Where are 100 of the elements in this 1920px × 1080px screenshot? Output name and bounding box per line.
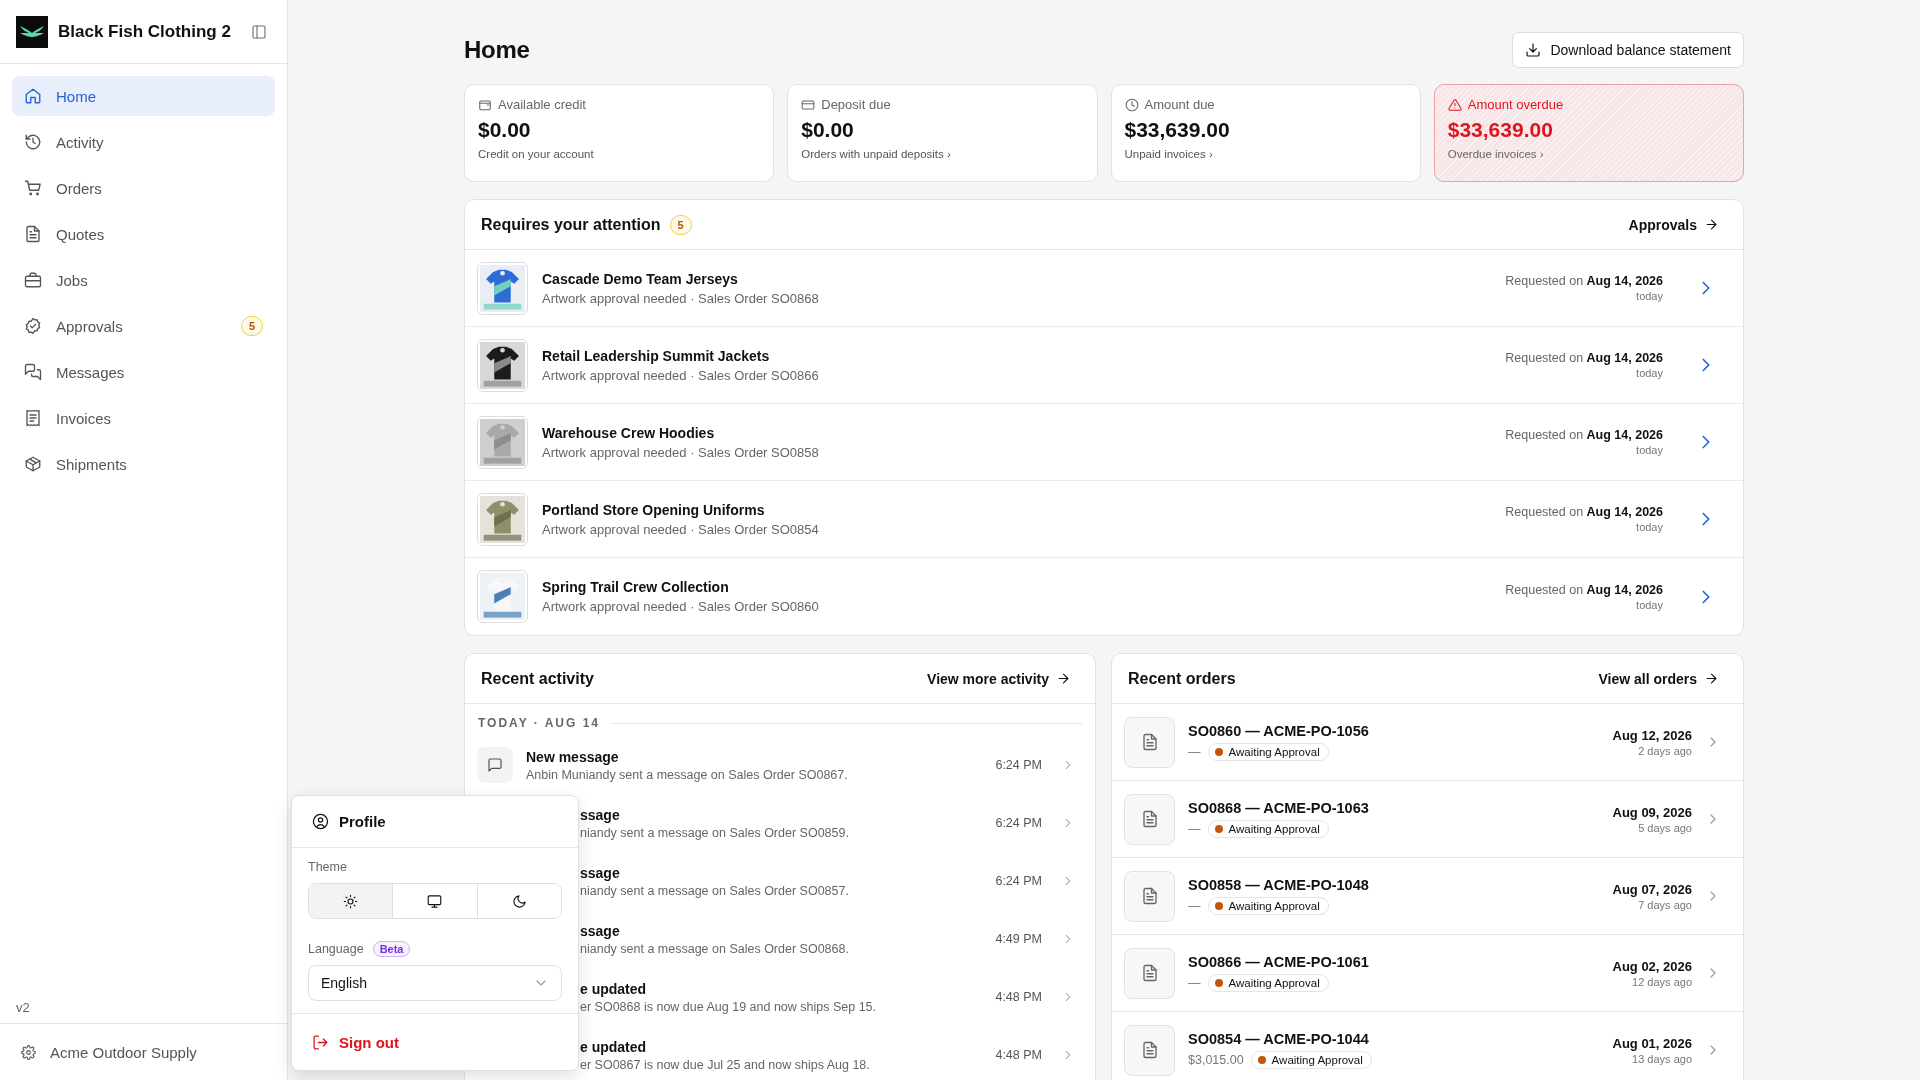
clock-icon — [1124, 97, 1139, 112]
panel-link[interactable]: View all orders — [1598, 670, 1727, 687]
requested-date: Requested on Aug 14, 2026 — [1505, 582, 1663, 597]
activity-title: e updated — [580, 980, 648, 997]
activity-title: e updated — [580, 1038, 648, 1055]
panel-link[interactable]: Approvals — [1628, 216, 1727, 233]
relative-time: today — [1635, 598, 1663, 611]
card-amount: $0.00 — [478, 118, 532, 142]
download-statement-button[interactable]: Download balance statement — [1512, 32, 1744, 68]
panel-link[interactable]: View more activity — [927, 670, 1079, 687]
moon-icon — [511, 893, 527, 909]
order-amount: — — [1188, 976, 1201, 990]
order-amount: — — [1188, 745, 1201, 759]
activity-title: ssage — [580, 922, 621, 939]
order-title: SO0868 — ACME-PO-1063 — [1188, 800, 1370, 816]
document-icon — [24, 225, 42, 243]
wallet-icon — [478, 97, 492, 112]
approval-subtitle: Artwork approval needed · Sales Order SO0860 — [542, 599, 820, 614]
language-select[interactable]: English — [308, 965, 562, 1001]
card-link[interactable]: Overdue invoices › — [1447, 148, 1730, 160]
sidebar-item[interactable]: Messages — [12, 352, 275, 392]
relative-time: 12 days ago — [1631, 975, 1692, 988]
user-icon — [312, 813, 329, 830]
message-icon — [477, 747, 513, 783]
approval-subtitle: Artwork approval needed · Sales Order SO0868 — [542, 290, 820, 306]
profile-menu-item[interactable]: Profile — [292, 796, 578, 848]
approval-subtitle: Artwork approval needed · Sales Order SO0854 — [542, 521, 820, 537]
activity-item[interactable]: New message Anbin Muniandy sent a message on Sales Order SO0867. 6:24 PM — [465, 736, 1095, 794]
check-badge-icon — [24, 317, 42, 335]
document-icon — [1124, 1024, 1175, 1076]
brand-name: Black Fish Clothing 2 — [58, 21, 232, 42]
version-label: v2 — [15, 1000, 31, 1017]
activity-item[interactable]: ssage niandy sent a message on Sales Order SO0857. 6:24 PM — [465, 852, 1095, 910]
card-amount: $33,639.00 — [1124, 118, 1231, 142]
document-icon — [1124, 870, 1175, 922]
sidebar-item[interactable]: Shipments — [12, 444, 275, 484]
panel-title: Recent activity — [481, 669, 594, 688]
card-link[interactable]: Orders with unpaid deposits › — [801, 148, 1084, 160]
beta-badge: Beta — [372, 941, 411, 957]
document-icon — [1124, 716, 1175, 768]
arrow-icon — [1056, 671, 1071, 686]
sidebar-item[interactable]: Approvals 5 — [12, 306, 275, 346]
approval-title: Retail Leadership Summit Jackets — [542, 347, 771, 364]
relative-time: today — [1635, 444, 1663, 456]
order-date: Aug 09, 2026 — [1612, 804, 1692, 820]
activity-time: 6:24 PM — [995, 758, 1042, 772]
relative-time: 5 days ago — [1637, 821, 1692, 834]
count-badge: 5 — [240, 316, 263, 336]
sidebar-item[interactable]: Jobs — [12, 260, 275, 300]
document-icon — [1124, 947, 1175, 999]
warning-icon — [1447, 97, 1462, 112]
activity-detail: Anbin Muniandy sent a message on Sales Order SO0867. — [526, 767, 849, 782]
home-icon — [24, 87, 42, 105]
requested-date: Requested on Aug 14, 2026 — [1505, 274, 1663, 288]
sun-icon — [343, 893, 359, 909]
activity-title: New message — [526, 748, 620, 765]
requested-date: Requested on Aug 14, 2026 — [1505, 428, 1663, 442]
card-link[interactable]: Unpaid invoices › — [1124, 148, 1407, 160]
account-button[interactable]: Acme Outdoor Supply — [0, 1023, 287, 1080]
requested-date: Requested on Aug 14, 2026 — [1505, 351, 1663, 365]
theme-label: Theme — [308, 860, 348, 874]
arrow-icon — [1704, 671, 1719, 686]
credit-card-icon — [801, 97, 816, 112]
relative-time: today — [1635, 367, 1663, 379]
approval-title: Warehouse Crew Hoodies — [542, 424, 716, 441]
activity-detail: er SO0868 is now due Aug 19 and now ships Sep 15. — [580, 999, 878, 1014]
order-date: Aug 02, 2026 — [1612, 958, 1692, 974]
sidebar-item[interactable]: Invoices — [12, 398, 275, 438]
relative-time: 13 days ago — [1631, 1052, 1692, 1065]
order-date: Aug 07, 2026 — [1612, 881, 1692, 897]
panel-title: Recent orders — [1128, 669, 1236, 688]
sidebar-item[interactable]: Home — [12, 76, 275, 116]
panel-icon — [251, 23, 267, 40]
sidebar-item[interactable]: Activity — [12, 122, 275, 162]
card-label: Amount overdue — [1467, 97, 1564, 112]
page-title: Home — [464, 36, 530, 64]
approval-subtitle: Artwork approval needed · Sales Order SO0866 — [542, 367, 820, 383]
activity-detail: niandy sent a message on Sales Order SO0868. — [580, 941, 850, 956]
order-title: SO0854 — ACME-PO-1044 — [1188, 1031, 1370, 1047]
package-icon — [24, 455, 42, 473]
activity-time: 6:24 PM — [995, 816, 1042, 830]
download-icon — [1525, 42, 1542, 58]
order-title: SO0860 — ACME-PO-1056 — [1188, 723, 1370, 739]
sidebar-item[interactable]: Orders — [12, 168, 275, 208]
cart-icon — [24, 179, 42, 197]
brand-logo — [16, 15, 48, 48]
relative-time: 7 days ago — [1637, 898, 1692, 911]
sidebar-item[interactable]: Quotes — [12, 214, 275, 254]
count-badge: 5 — [669, 214, 692, 235]
panel-title: Requires your attention — [481, 215, 661, 234]
relative-time: today — [1635, 290, 1663, 302]
order-amount: $3,015.00 — [1188, 1053, 1244, 1067]
document-icon — [1124, 793, 1175, 845]
card-label: Deposit due — [821, 97, 891, 112]
settings-icon — [21, 1044, 36, 1060]
order-amount: — — [1188, 899, 1201, 913]
activity-time: 4:49 PM — [995, 932, 1042, 946]
activity-item[interactable]: ssage niandy sent a message on Sales Order SO0868. 4:49 PM — [465, 910, 1095, 968]
activity-detail: er SO0867 is now due Jul 25 and now ships Aug 18. — [580, 1057, 871, 1072]
order-date: Aug 01, 2026 — [1612, 1035, 1692, 1051]
